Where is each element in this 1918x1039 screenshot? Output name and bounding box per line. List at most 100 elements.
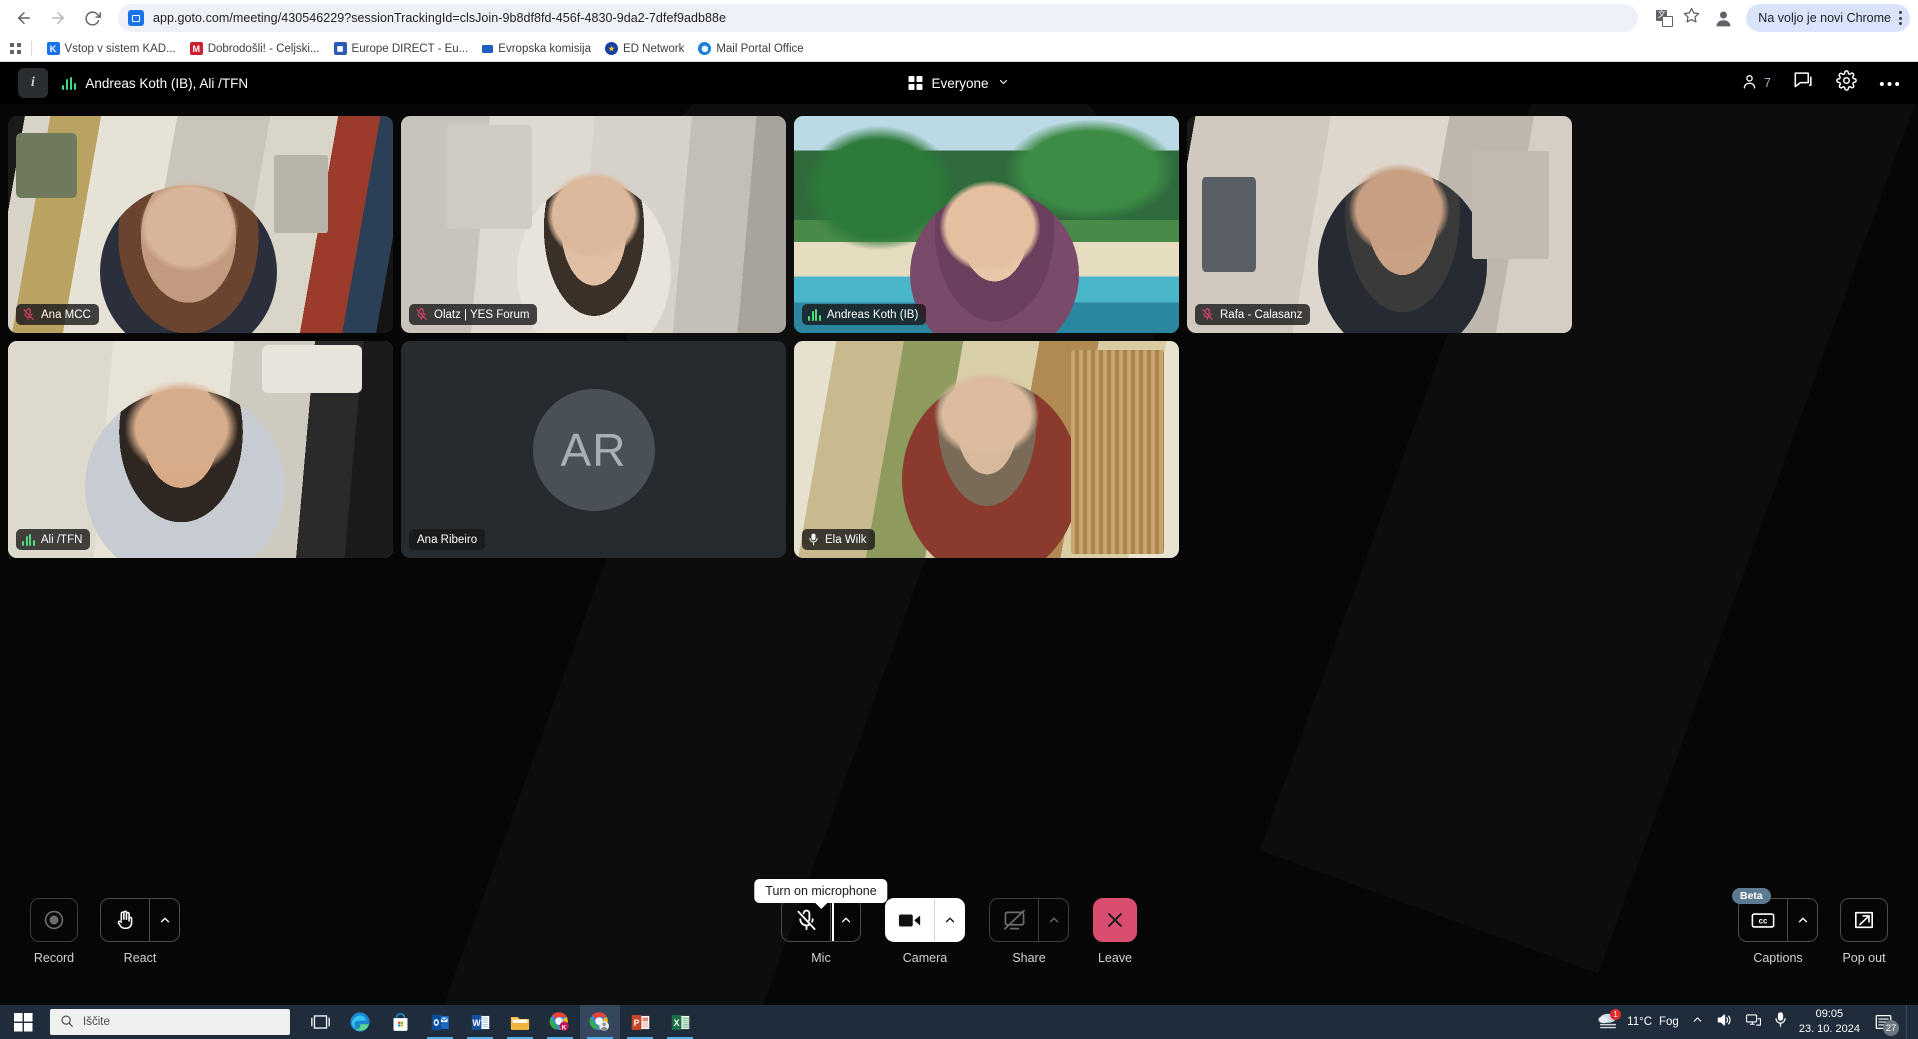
bookmark-item[interactable]: ★ ED Network [598, 39, 691, 58]
notification-center-icon[interactable]: 27 [1872, 1011, 1899, 1036]
chrome-update-pill[interactable]: Na voljo je novi Chrome [1746, 4, 1910, 32]
microphone-icon[interactable] [1774, 1011, 1787, 1033]
captions-button[interactable]: cc [1738, 898, 1818, 942]
excel-icon[interactable]: X [660, 1005, 700, 1039]
mic-control[interactable]: Turn on microphone Mic [754, 879, 888, 965]
share-control[interactable]: Share [989, 898, 1069, 965]
gear-icon[interactable] [1836, 70, 1857, 96]
chevron-up-icon[interactable] [934, 899, 964, 941]
address-bar[interactable]: app.goto.com/meeting/430546229?sessionTr… [118, 4, 1639, 32]
weather-temp: 11°C [1627, 1016, 1652, 1028]
camera-button[interactable] [885, 898, 965, 942]
chevron-down-icon [998, 76, 1010, 91]
microphone-muted-icon [1201, 308, 1214, 321]
chevron-up-icon[interactable] [149, 899, 179, 941]
browser-toolbar: app.goto.com/meeting/430546229?sessionTr… [0, 0, 1918, 36]
more-options-icon[interactable] [1879, 74, 1900, 92]
divider [30, 41, 32, 56]
participant-name: Rafa - Calasanz [1220, 308, 1303, 321]
reload-button[interactable] [76, 2, 108, 34]
grid-layout-icon [908, 76, 923, 90]
microsoft-store-icon[interactable] [380, 1005, 420, 1039]
bookmark-item[interactable]: ◉ Mail Portal Office [691, 39, 810, 58]
translate-icon[interactable] [1656, 9, 1674, 27]
bookmark-item[interactable]: ◼ Europe DIRECT - Eu... [327, 39, 476, 58]
participant-tile[interactable]: Olatz | YES Forum [401, 116, 786, 333]
chevron-up-icon[interactable] [830, 899, 860, 941]
bookmark-item[interactable]: K Vstop v sistem KAD... [40, 39, 183, 58]
raised-hand-icon [101, 899, 149, 941]
participant-tile[interactable]: Ana MCC [8, 116, 393, 333]
apps-grid-icon[interactable] [10, 43, 21, 54]
leave-button[interactable] [1093, 898, 1137, 942]
search-input[interactable]: Iščite [50, 1009, 290, 1035]
word-icon[interactable]: W [460, 1005, 500, 1039]
task-view-icon[interactable] [300, 1005, 340, 1039]
active-speaker-names: Andreas Koth (IB), Ali /TFN [85, 75, 249, 91]
search-placeholder: Iščite [83, 1016, 110, 1028]
layout-label: Everyone [931, 75, 989, 91]
popout-button[interactable] [1840, 898, 1888, 942]
participant-tile[interactable]: Andreas Koth (IB) [794, 116, 1179, 333]
participant-name-badge: Ali /TFN [16, 529, 91, 550]
weather-widget[interactable]: 1 11°C Fog [1596, 1008, 1679, 1034]
back-button[interactable] [8, 2, 40, 34]
three-dot-menu-icon[interactable] [1899, 11, 1902, 25]
show-desktop-button[interactable] [1906, 1005, 1912, 1039]
bookmark-label: Evropska komisija [498, 42, 591, 55]
chevron-up-icon[interactable] [1038, 899, 1068, 941]
profile-avatar-icon[interactable] [1710, 5, 1736, 31]
react-button[interactable] [100, 898, 180, 942]
video-grid: Ana MCC Olatz | YES Forum Andreas Koth (… [0, 104, 1918, 558]
participant-name-badge: Ela Wilk [802, 529, 875, 550]
mic-button[interactable] [781, 898, 861, 942]
bookmarks-bar: K Vstop v sistem KAD... M Dobrodošli! - … [0, 36, 1918, 62]
record-button[interactable] [30, 898, 78, 942]
beta-badge: Beta [1732, 888, 1771, 904]
camera-control[interactable]: Camera [885, 898, 965, 965]
layout-selector[interactable]: Everyone [908, 76, 1009, 91]
participant-name: Ela Wilk [825, 533, 867, 546]
video-feed [1187, 116, 1572, 333]
windows-start-icon[interactable] [0, 1005, 46, 1039]
speaker-icon[interactable] [1716, 1012, 1733, 1033]
active-speaker-indicator: Andreas Koth (IB), Ali /TFN [62, 76, 248, 91]
react-control[interactable]: React [100, 898, 180, 965]
address-bar-url: app.goto.com/meeting/430546229?sessionTr… [153, 11, 726, 25]
participant-name-badge: Ana MCC [16, 304, 99, 325]
participant-tile[interactable]: Ali /TFN [8, 341, 393, 558]
outlook-icon[interactable] [420, 1005, 460, 1039]
participant-tile[interactable]: Rafa - Calasanz [1187, 116, 1572, 333]
network-icon[interactable] [1745, 1012, 1762, 1033]
participants-button[interactable]: 7 [1741, 73, 1771, 93]
close-x-icon [1094, 899, 1136, 941]
info-icon: i [31, 75, 35, 90]
clock[interactable]: 09:05 23. 10. 2024 [1799, 1007, 1860, 1037]
record-control[interactable]: Record [30, 898, 78, 965]
meeting-controls-bar: Record React Turn on microphone Mic Came… [0, 879, 1918, 1005]
clock-date: 23. 10. 2024 [1798, 1023, 1860, 1035]
forward-button[interactable] [42, 2, 74, 34]
leave-control[interactable]: Leave [1093, 898, 1137, 965]
chrome-profile-k-icon[interactable]: K [540, 1005, 580, 1039]
powerpoint-icon[interactable]: P [620, 1005, 660, 1039]
edge-icon[interactable] [340, 1005, 380, 1039]
share-button[interactable] [989, 898, 1069, 942]
captions-control[interactable]: Beta cc Captions [1732, 888, 1818, 965]
chrome-active-icon[interactable] [580, 1005, 620, 1039]
goto-meeting-app: i Andreas Koth (IB), Ali /TFN Everyone 7 [0, 62, 1918, 1005]
clock-time: 09:05 [1815, 1008, 1844, 1021]
svg-text:K: K [562, 1024, 567, 1031]
star-icon[interactable] [1683, 7, 1700, 29]
file-explorer-icon[interactable] [500, 1005, 540, 1039]
bookmark-label: Mail Portal Office [716, 42, 804, 55]
meeting-info-button[interactable]: i [18, 68, 48, 98]
show-hidden-icons-icon[interactable] [1691, 1013, 1704, 1031]
participant-tile[interactable]: Ela Wilk [794, 341, 1179, 558]
bookmark-item[interactable]: Evropska komisija [475, 40, 598, 58]
popout-control[interactable]: Pop out [1840, 898, 1888, 965]
bookmark-item[interactable]: M Dobrodošli! - Celjski... [183, 39, 327, 58]
participant-tile[interactable]: AR Ana Ribeiro [401, 341, 786, 558]
chat-icon[interactable] [1793, 71, 1814, 95]
chevron-up-icon[interactable] [1787, 899, 1817, 941]
